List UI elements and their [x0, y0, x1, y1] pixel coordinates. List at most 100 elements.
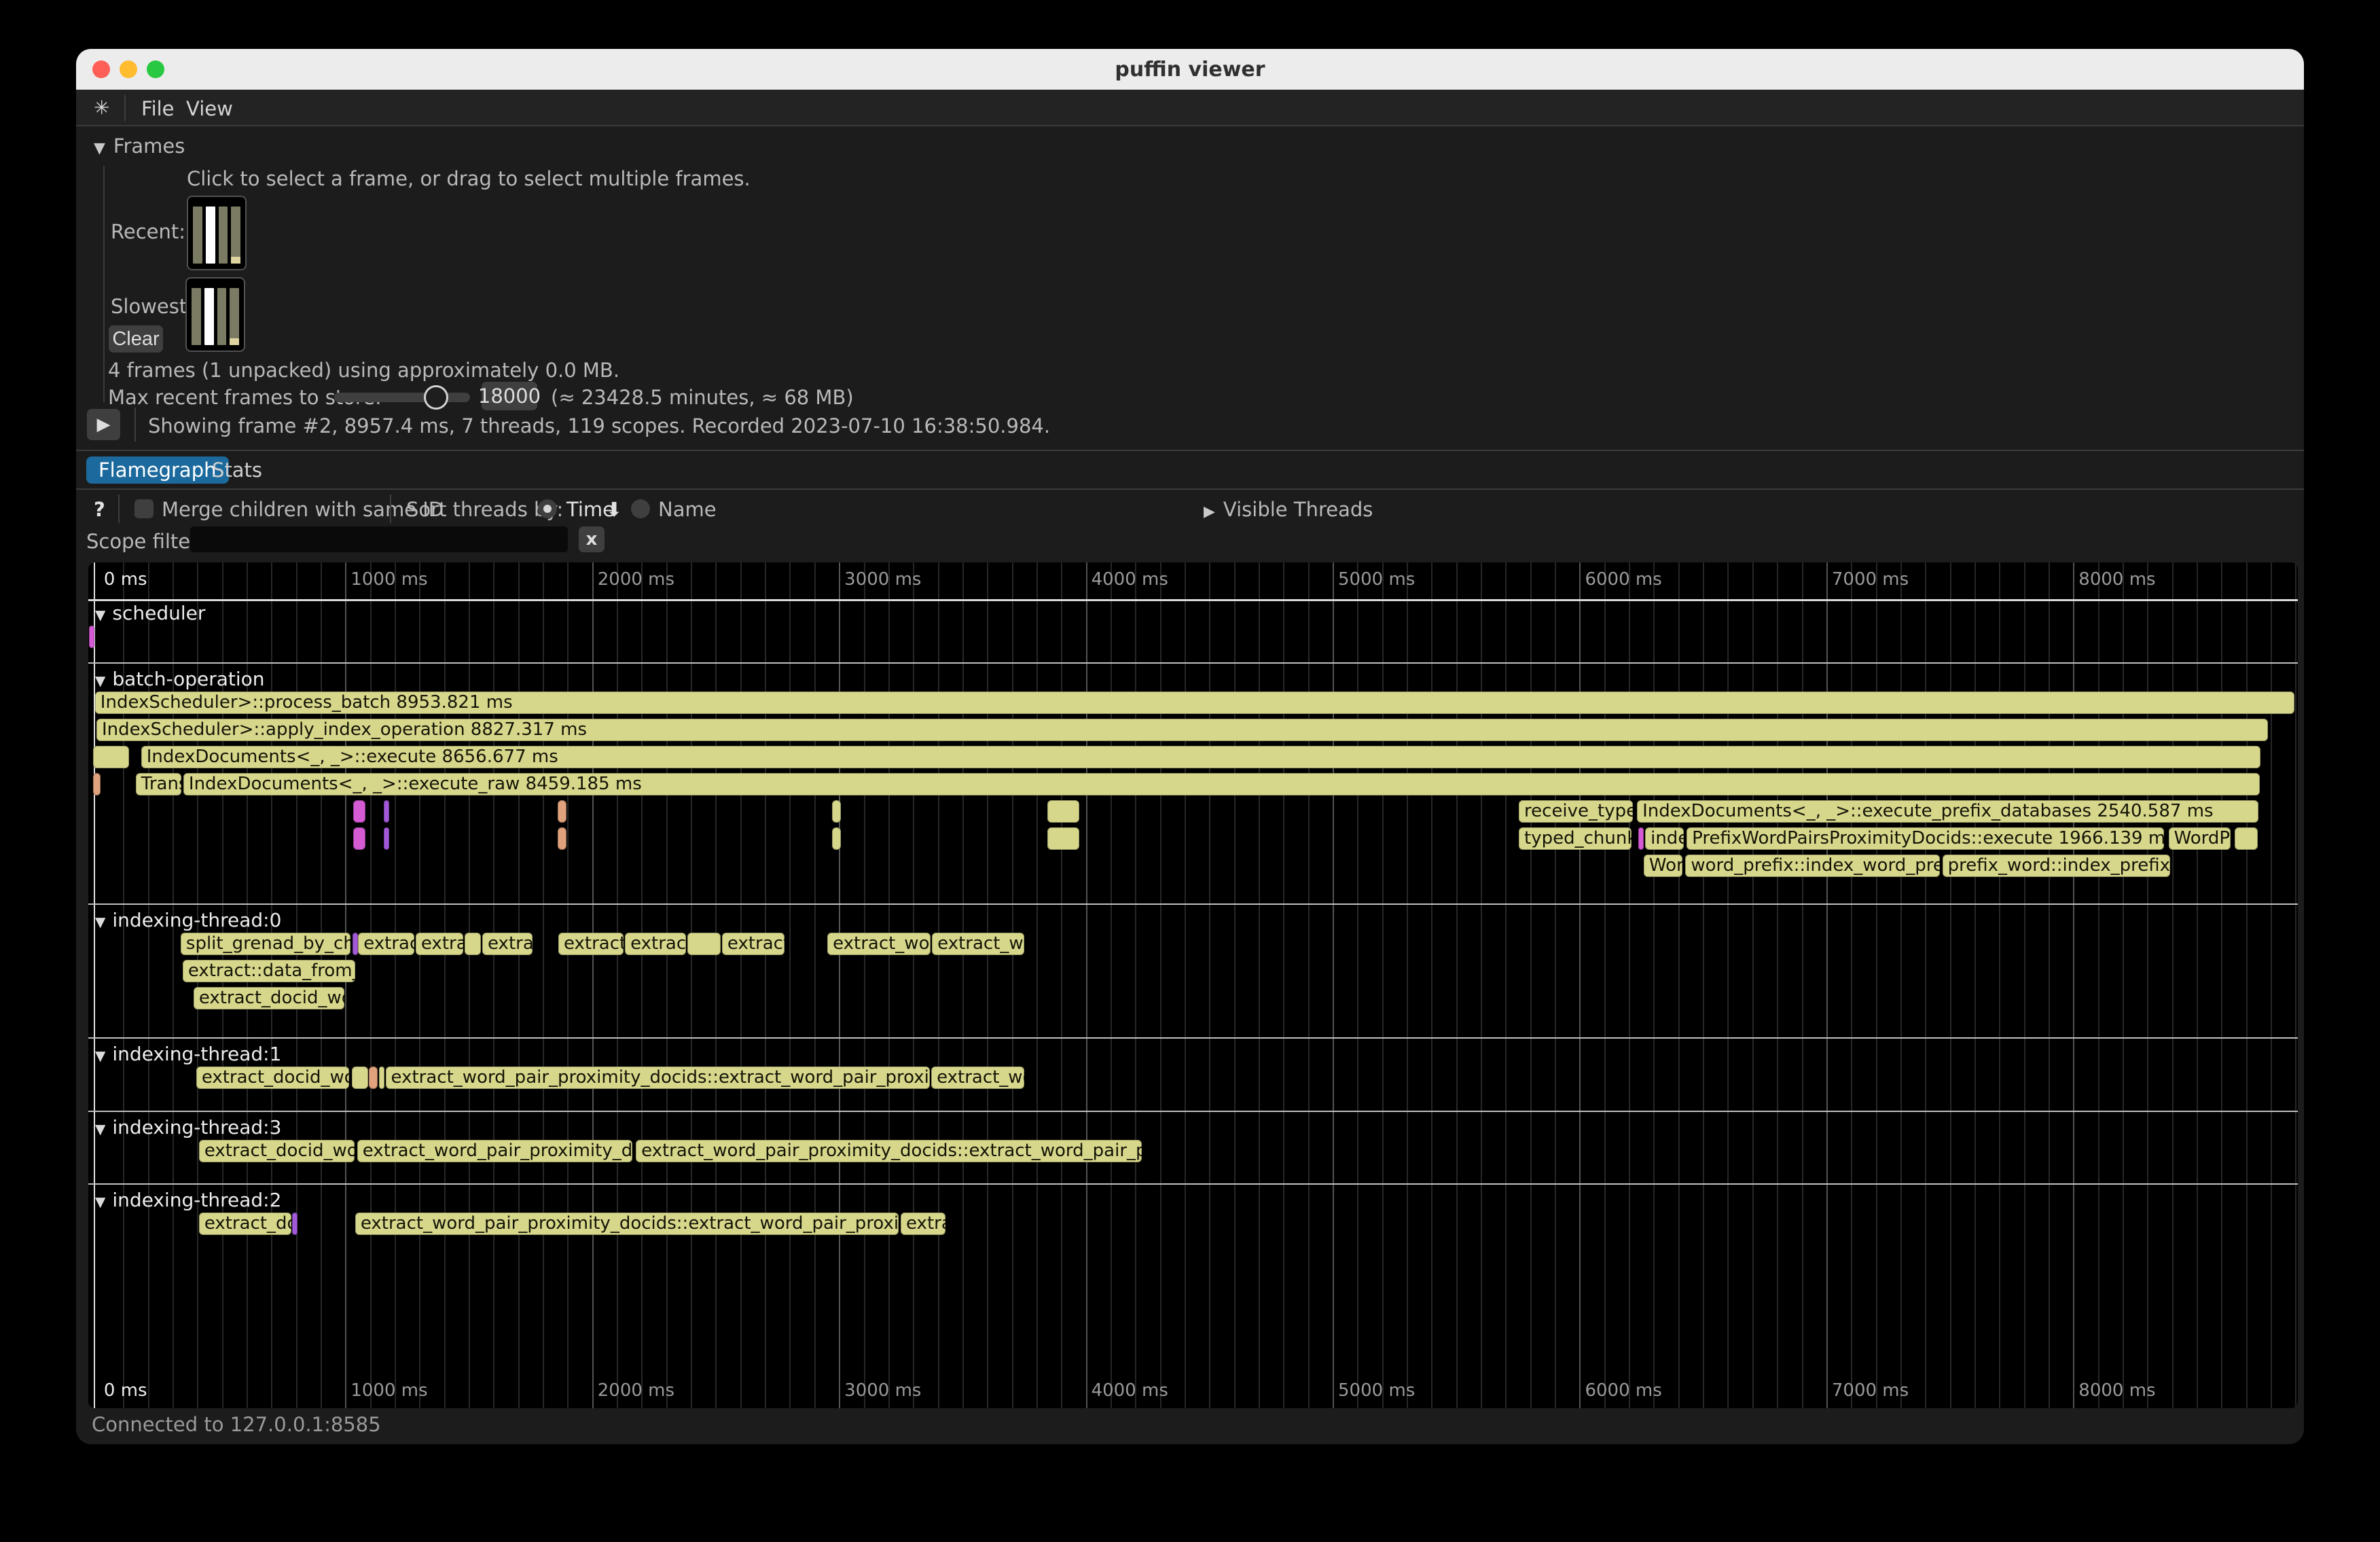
scope-bar[interactable]: [687, 933, 721, 955]
scope-bar[interactable]: [1047, 827, 1079, 850]
help-button[interactable]: ?: [94, 498, 105, 521]
scope-bar[interactable]: word_prefix::index_word_prefix_: [1685, 855, 1939, 877]
flamegraph-canvas[interactable]: 0 ms1000 ms2000 ms3000 ms4000 ms5000 ms6…: [88, 562, 2298, 1408]
scope-bar[interactable]: extra: [416, 933, 463, 955]
frame-bar[interactable]: [231, 207, 240, 264]
scope-bar[interactable]: extract_wo: [932, 933, 1024, 955]
scope-bar[interactable]: [369, 1066, 378, 1089]
play-button[interactable]: ▶: [87, 409, 120, 440]
frame-bar[interactable]: [219, 207, 228, 264]
scope-bar[interactable]: extract::data_from_ob: [183, 960, 355, 982]
scope-bar[interactable]: IndexDocuments<_, _>::execute_raw 8459.1…: [183, 773, 2260, 795]
scope-bar[interactable]: [558, 827, 566, 850]
scope-bar[interactable]: [2235, 827, 2258, 850]
scope-bar[interactable]: prefix_word::index_prefix_wo: [1943, 855, 2171, 877]
scope-bar[interactable]: [353, 800, 365, 823]
scope-bar[interactable]: extract_docid_word: [196, 1066, 349, 1089]
scope-filter-input[interactable]: [190, 526, 568, 552]
scope-bar[interactable]: [384, 800, 389, 823]
recent-frames-thumbnail[interactable]: [187, 196, 247, 270]
scope-bar[interactable]: extract_docid_word: [194, 987, 344, 1009]
scope-bar[interactable]: Trans: [136, 773, 181, 795]
scope-bar[interactable]: split_grenad_by_chun: [181, 933, 350, 955]
scope-bar[interactable]: extrac: [901, 1213, 945, 1235]
max-frames-slider[interactable]: [334, 393, 470, 402]
merge-children-checkbox[interactable]: [134, 499, 154, 518]
scope-bar[interactable]: extract_: [558, 933, 624, 955]
scope-bar[interactable]: extract_word_pair_proximity_docids::extr…: [636, 1140, 1142, 1162]
gridline-minor: [1530, 562, 1532, 1408]
frame-bar[interactable]: [217, 288, 227, 345]
scope-bar[interactable]: [1638, 827, 1644, 850]
thread-header-indexing-thread:3[interactable]: ▼indexing-thread:3: [95, 1116, 281, 1138]
scope-bar[interactable]: IndexScheduler>::process_batch 8953.821 …: [95, 692, 2294, 714]
scope-bar[interactable]: [93, 746, 129, 768]
frame-bar[interactable]: [230, 288, 239, 345]
sort-direction-arrow-icon[interactable]: ⬇: [606, 498, 622, 521]
slowest-frames-thumbnail[interactable]: [185, 277, 245, 352]
thread-header-indexing-thread:1[interactable]: ▼indexing-thread:1: [95, 1043, 281, 1065]
time-tick-label: 2000 ms: [592, 569, 674, 590]
scope-bar[interactable]: IndexDocuments<_, _>::execute_prefix_dat…: [1637, 800, 2258, 823]
gridline-minor: [1727, 562, 1729, 1408]
menu-view[interactable]: View: [186, 97, 233, 120]
frames-header[interactable]: ▼Frames: [94, 135, 185, 158]
scope-bar[interactable]: [465, 933, 481, 955]
sort-time-radio[interactable]: [538, 499, 557, 518]
scope-bar[interactable]: extract_wo: [931, 1066, 1024, 1089]
gridline-minor: [1160, 562, 1161, 1408]
scope-bar[interactable]: extract_: [625, 933, 686, 955]
minimize-button[interactable]: [120, 60, 137, 78]
scope-bar[interactable]: index: [1645, 827, 1684, 850]
tab-stats[interactable]: Stats: [202, 456, 272, 484]
menu-file[interactable]: File: [141, 97, 175, 120]
maximize-button[interactable]: [147, 60, 164, 78]
scope-bar[interactable]: [353, 933, 358, 955]
scope-bar[interactable]: Word: [1644, 855, 1682, 877]
scope-bar[interactable]: receive_typed_: [1519, 800, 1633, 823]
max-frames-value[interactable]: 18000: [482, 382, 537, 410]
thread-header-batch-operation[interactable]: ▼batch-operation: [95, 668, 265, 690]
scope-bar[interactable]: extract: [722, 933, 785, 955]
collapse-triangle-icon: ▼: [94, 140, 105, 157]
sort-name-radio[interactable]: [631, 499, 650, 518]
scope-bar[interactable]: typed_chunk::w: [1519, 827, 1631, 850]
scope-bar[interactable]: [384, 827, 389, 850]
scope-bar[interactable]: [353, 827, 365, 850]
clear-filter-button[interactable]: x: [579, 526, 605, 552]
frame-bar[interactable]: [192, 288, 201, 345]
scope-bar[interactable]: extract_word: [827, 933, 931, 955]
scope-bar[interactable]: [352, 1066, 368, 1089]
scope-bar[interactable]: [832, 800, 841, 823]
scope-bar[interactable]: [832, 827, 841, 850]
scope-bar[interactable]: PrefixWordPairsProximityDocids::execute …: [1687, 827, 2164, 850]
scope-bar[interactable]: IndexDocuments<_, _>::execute 8656.677 m…: [141, 746, 2261, 768]
clear-button[interactable]: Clear: [109, 325, 163, 353]
scope-bar[interactable]: [379, 1066, 384, 1089]
scope-bar[interactable]: [292, 1213, 298, 1235]
scope-bar[interactable]: extrac: [482, 933, 533, 955]
scope-bar[interactable]: [93, 773, 101, 795]
scope-bar[interactable]: [558, 800, 566, 823]
scope-bar[interactable]: extract: [358, 933, 414, 955]
scope-bar[interactable]: [1047, 800, 1079, 823]
scope-bar[interactable]: extract_doc: [199, 1213, 291, 1235]
scope-bar[interactable]: extract_word_pair_proximity_docids: [357, 1140, 632, 1162]
thread-header-indexing-thread:2[interactable]: ▼indexing-thread:2: [95, 1189, 281, 1211]
frame-bar[interactable]: [206, 207, 215, 264]
scope-bar[interactable]: IndexScheduler>::apply_index_operation 8…: [96, 719, 2268, 741]
scope-bar[interactable]: [89, 626, 94, 648]
frame-bar[interactable]: [204, 288, 214, 345]
scope-bar[interactable]: WordPr: [2169, 827, 2231, 850]
gridline-major: [345, 562, 346, 1408]
scope-bar[interactable]: extract_word_pair_proximity_docids::extr…: [386, 1066, 930, 1089]
thread-header-scheduler[interactable]: ▼scheduler: [95, 602, 205, 624]
frame-bar[interactable]: [193, 207, 202, 264]
thread-header-indexing-thread:0[interactable]: ▼indexing-thread:0: [95, 909, 281, 931]
close-button[interactable]: [92, 60, 110, 78]
theme-toggle-icon[interactable]: ✳: [94, 96, 109, 119]
scope-bar[interactable]: extract_word_pair_proximity_docids::extr…: [355, 1213, 899, 1235]
scope-bar[interactable]: extract_docid_word: [199, 1140, 355, 1162]
slider-knob[interactable]: [424, 385, 448, 410]
visible-threads-header[interactable]: ▶Visible Threads: [1204, 498, 1373, 521]
